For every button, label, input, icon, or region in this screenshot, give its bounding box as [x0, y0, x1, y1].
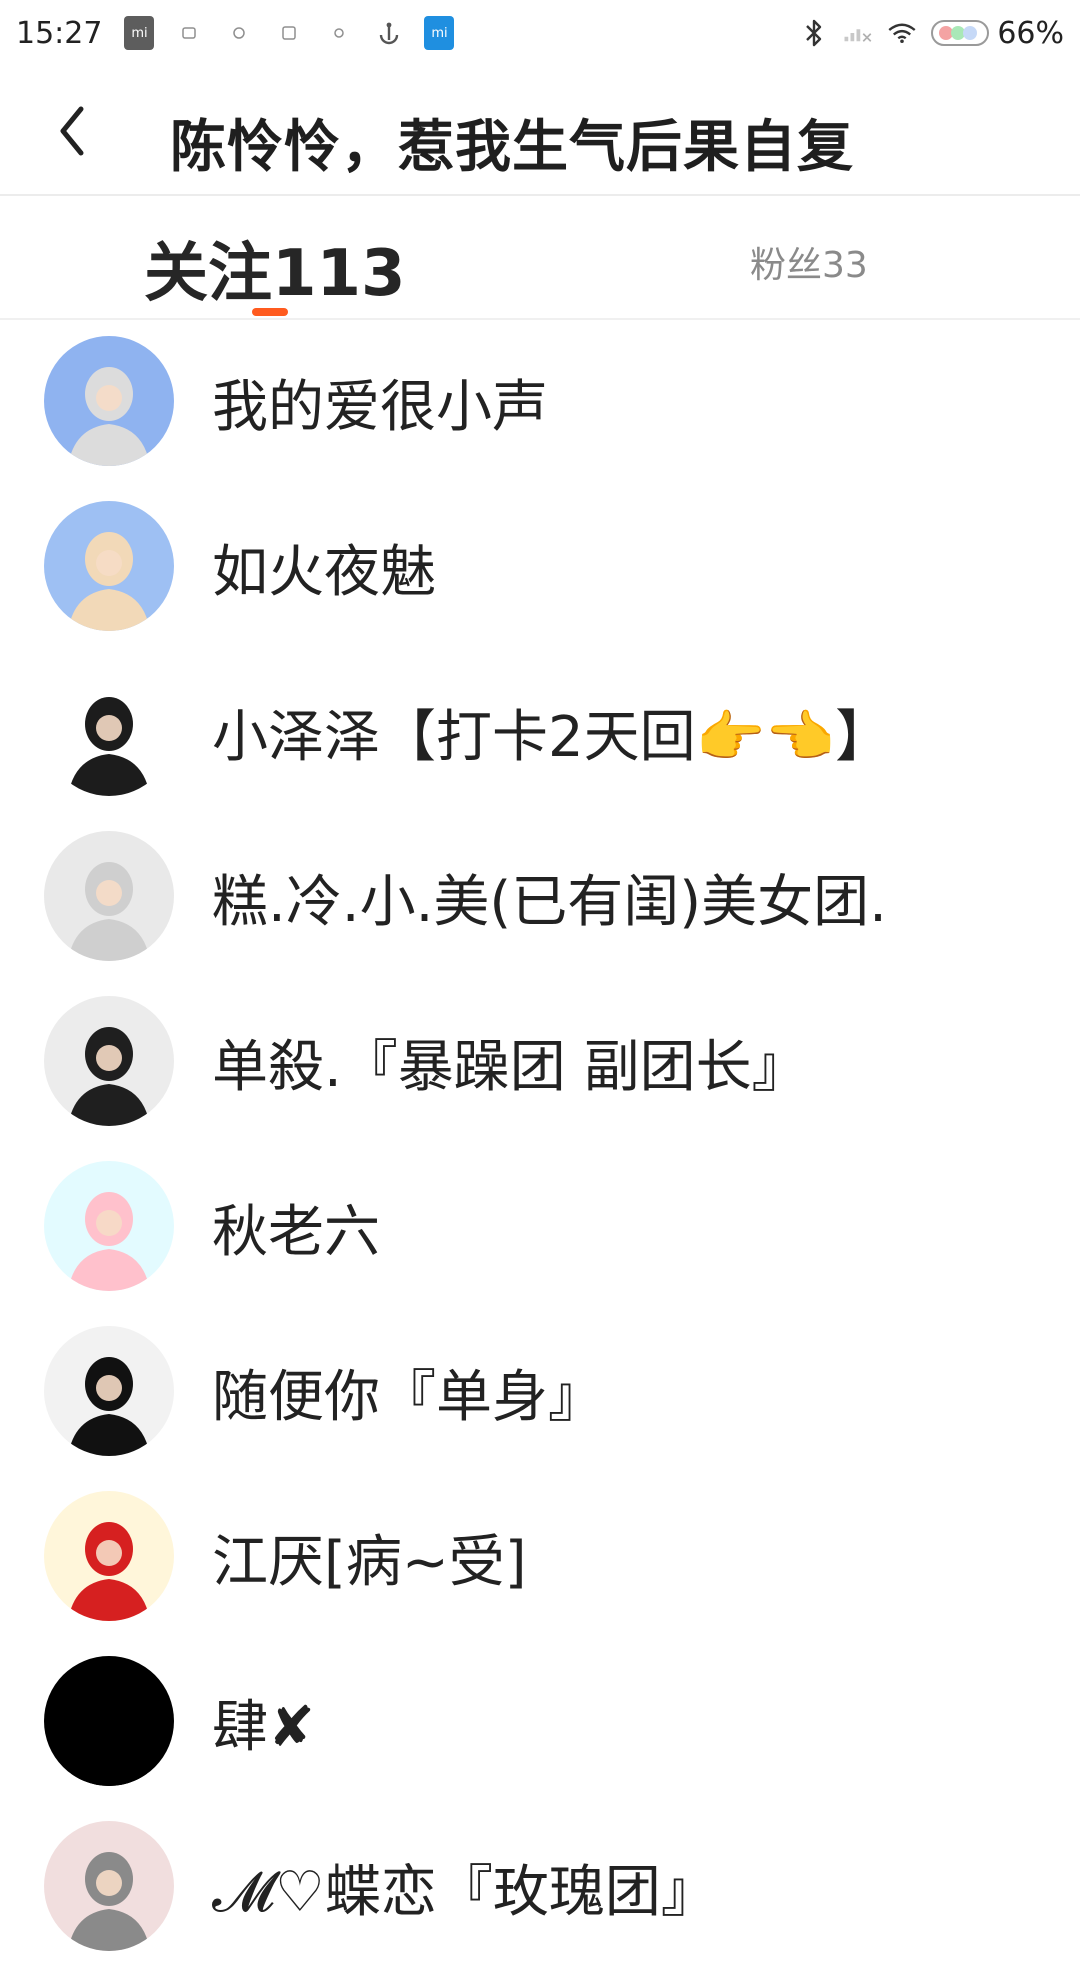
user-name: 单殺.『暴躁团 副团长』 — [212, 1035, 808, 1100]
list-item[interactable]: 单殺.『暴躁团 副团长』 — [0, 982, 1080, 1147]
avatar[interactable] — [44, 666, 174, 796]
follow-tabs: 关注113 粉丝33 — [0, 196, 1080, 320]
user-name: 小泽泽【打卡2天回👉👈】 — [212, 705, 892, 770]
list-item[interactable]: 随便你『单身』 — [0, 1312, 1080, 1477]
status-time: 15:27 — [16, 15, 103, 51]
avatar[interactable] — [44, 336, 174, 466]
list-item[interactable]: 肆✘ — [0, 1642, 1080, 1807]
bluetooth-icon — [799, 18, 829, 48]
user-name: 肆✘ — [212, 1695, 315, 1760]
notification-icon — [274, 18, 304, 48]
avatar[interactable] — [44, 1821, 174, 1951]
anchor-icon — [374, 18, 404, 48]
active-tab-indicator — [252, 308, 288, 316]
list-item[interactable]: 秋老六 — [0, 1147, 1080, 1312]
avatar[interactable] — [44, 1161, 174, 1291]
user-name: 江厌[病~受] — [212, 1530, 527, 1595]
mi-icon: mi — [424, 16, 455, 50]
user-name: 糕.冷.小.美(已有闺)美女团. — [212, 870, 887, 935]
avatar[interactable] — [44, 1326, 174, 1456]
tab-fans[interactable]: 粉丝33 — [750, 236, 868, 288]
notification-icon — [324, 18, 354, 48]
notification-icon — [174, 18, 204, 48]
user-name: 秋老六 — [212, 1200, 380, 1265]
list-item[interactable]: 糕.冷.小.美(已有闺)美女团. — [0, 817, 1080, 982]
user-name: 如火夜魅 — [212, 540, 436, 605]
status-right: 66% — [799, 16, 1064, 51]
avatar[interactable] — [44, 831, 174, 961]
avatar[interactable] — [44, 996, 174, 1126]
tab-following[interactable]: 关注113 — [144, 222, 406, 314]
status-bar: 15:27 mi mi 66% — [0, 0, 1080, 66]
battery-icon — [931, 20, 990, 46]
user-list: 我的爱很小声 如火夜魅小泽泽【打卡2天回👉👈】 糕.冷.小.美(已有闺)美女团. 单殺… — [0, 322, 1080, 1972]
user-name: 𝓜♡蝶恋『玫瑰团』 — [212, 1860, 717, 1925]
battery-percent: 66% — [997, 15, 1064, 51]
mi-icon: mi — [124, 16, 155, 50]
list-item[interactable]: 如火夜魅 — [0, 487, 1080, 652]
back-button[interactable] — [38, 96, 108, 166]
chevron-left-icon — [60, 106, 84, 156]
page-title: 陈怜怜，惹我生气后果自复 — [170, 115, 854, 180]
signal-icon — [843, 18, 873, 48]
user-name: 我的爱很小声 — [212, 375, 548, 440]
avatar[interactable] — [44, 1491, 174, 1621]
status-left: 15:27 mi mi — [16, 16, 474, 51]
avatar[interactable] — [44, 501, 174, 631]
user-name: 随便你『单身』 — [212, 1365, 604, 1430]
notification-icons: mi mi — [124, 16, 474, 50]
list-item[interactable]: 𝓜♡蝶恋『玫瑰团』 — [0, 1807, 1080, 1972]
list-item[interactable]: 小泽泽【打卡2天回👉👈】 — [0, 652, 1080, 817]
notification-icon — [224, 18, 254, 48]
list-item[interactable]: 江厌[病~受] — [0, 1477, 1080, 1642]
wifi-icon — [887, 18, 917, 48]
list-item[interactable]: 我的爱很小声 — [0, 322, 1080, 487]
top-bar: 陈怜怜，惹我生气后果自复 — [0, 66, 1080, 196]
avatar[interactable] — [44, 1656, 174, 1786]
